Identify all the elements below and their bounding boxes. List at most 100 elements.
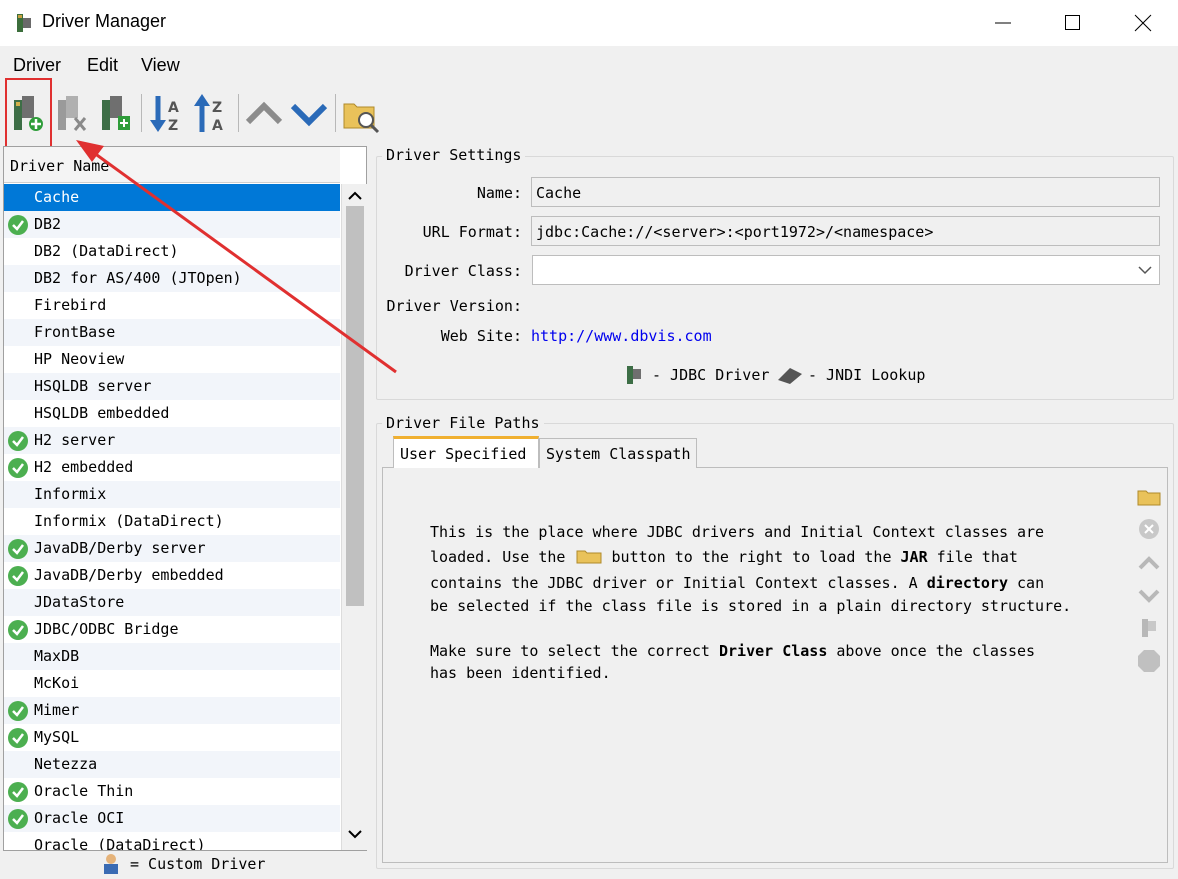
driver-list-item[interactable]: MaxDB: [4, 643, 340, 670]
driver-list-item[interactable]: Oracle OCI: [4, 805, 340, 832]
tab-system-classpath[interactable]: System Classpath: [539, 438, 697, 468]
find-drivers-icon: [343, 103, 380, 134]
help-text-segment: contains the JDBC driver or Initial Cont…: [430, 574, 918, 592]
driver-list-header[interactable]: Driver Name: [4, 147, 340, 183]
sort-descending-button[interactable]: Z A: [190, 88, 234, 138]
driver-list-item[interactable]: JDBC/ODBC Bridge: [4, 616, 340, 643]
driver-name: DB2 for AS/400 (JTOpen): [34, 269, 242, 287]
menu-view[interactable]: View: [141, 55, 180, 76]
url-format-field[interactable]: jdbc:Cache://<server>:<port1972>/<namesp…: [531, 216, 1160, 246]
driver-list-item[interactable]: DB2 for AS/400 (JTOpen): [4, 265, 340, 292]
url-format-value: jdbc:Cache://<server>:<port1972>/<namesp…: [536, 223, 934, 241]
help-text-segment: can: [1017, 574, 1045, 592]
driver-list-item[interactable]: JavaDB/Derby embedded: [4, 562, 340, 589]
installed-check-icon: [8, 701, 28, 721]
stop-icon[interactable]: [1136, 648, 1162, 674]
driver-list-item[interactable]: FrontBase: [4, 319, 340, 346]
driver-name: Informix (DataDirect): [34, 512, 224, 530]
window-title: Driver Manager: [42, 11, 167, 31]
driver-name: HP Neoview: [34, 350, 125, 368]
path-move-up-icon[interactable]: [1136, 550, 1162, 576]
driver-list-item[interactable]: DB2 (DataDirect): [4, 238, 340, 265]
driver-list-item[interactable]: JDataStore: [4, 589, 340, 616]
driver-list-item[interactable]: HSQLDB embedded: [4, 400, 340, 427]
driver-name: HSQLDB server: [34, 377, 152, 395]
find-drivers-button[interactable]: [340, 88, 384, 138]
help-text-line: has been identified.: [430, 664, 611, 682]
installed-check-icon: [8, 539, 28, 559]
driver-list-item[interactable]: McKoi: [4, 670, 340, 697]
path-move-down-icon[interactable]: [1136, 582, 1162, 608]
driver-list-panel: Driver Name Cache DB2 DB2 (DataDirect) DB2 …: [3, 146, 367, 851]
driver-name: DB2 (DataDirect): [34, 242, 179, 260]
driver-list: Cache DB2 DB2 (DataDirect) DB2 for AS/400 (…: [4, 184, 340, 850]
annotation-highlight-box: [5, 78, 52, 150]
driver-file-paths-title: Driver File Paths: [382, 414, 544, 432]
driver-name: MySQL: [34, 728, 80, 746]
driver-list-item[interactable]: HSQLDB server: [4, 373, 340, 400]
scroll-down-icon[interactable]: [348, 830, 362, 840]
help-text-segment: loaded. Use the: [430, 548, 566, 566]
driver-list-item[interactable]: Oracle (DataDirect): [4, 832, 340, 850]
driver-list-item[interactable]: MySQL: [4, 724, 340, 751]
jdbc-driver-icon: [627, 366, 641, 384]
move-up-button[interactable]: [242, 88, 286, 138]
driver-name: Oracle Thin: [34, 782, 134, 800]
website-link[interactable]: http://www.dbvis.com: [531, 327, 712, 345]
driver-list-item[interactable]: Cache: [4, 184, 340, 211]
jndi-legend-text: - JNDI Lookup: [808, 366, 926, 384]
driver-list-item[interactable]: DB2: [4, 211, 340, 238]
help-text-line: be selected if the class file is stored …: [430, 597, 1072, 615]
driver-manager-app-icon: [17, 14, 31, 32]
driver-list-item[interactable]: Informix (DataDirect): [4, 508, 340, 535]
menu-edit[interactable]: Edit: [87, 55, 118, 76]
svg-text:A: A: [168, 100, 179, 116]
menu-driver[interactable]: Driver: [13, 55, 61, 76]
driver-list-item[interactable]: Mimer: [4, 697, 340, 724]
url-format-label: URL Format:: [422, 223, 522, 241]
tab-user-specified[interactable]: User Specified: [393, 436, 539, 468]
sort-ascending-icon: A Z: [150, 96, 179, 134]
scrollbar-thumb[interactable]: [346, 206, 364, 606]
driver-list-item[interactable]: Firebird: [4, 292, 340, 319]
name-value: Cache: [536, 184, 582, 202]
driver-path-icon[interactable]: [1136, 615, 1162, 641]
copy-driver-button[interactable]: [94, 88, 138, 138]
close-button[interactable]: [1108, 0, 1178, 46]
load-file-folder-icon[interactable]: [1136, 483, 1162, 509]
move-down-button[interactable]: [287, 88, 331, 138]
driver-settings-title: Driver Settings: [382, 146, 526, 164]
sort-ascending-button[interactable]: A Z: [146, 88, 190, 138]
help-text-segment: button to the right to load the: [611, 548, 892, 566]
installed-check-icon: [8, 458, 28, 478]
driver-name: HSQLDB embedded: [34, 404, 170, 422]
copy-driver-icon: [102, 96, 130, 130]
driver-name: JavaDB/Derby server: [34, 539, 206, 557]
driver-name: Oracle OCI: [34, 809, 125, 827]
driver-list-scrollbar[interactable]: [341, 184, 367, 850]
driver-list-item[interactable]: H2 embedded: [4, 454, 340, 481]
driver-list-item[interactable]: Informix: [4, 481, 340, 508]
driver-list-item[interactable]: Oracle Thin: [4, 778, 340, 805]
remove-path-icon[interactable]: [1136, 516, 1162, 542]
driver-class-dropdown-button[interactable]: [1131, 256, 1159, 284]
driver-list-item[interactable]: JavaDB/Derby server: [4, 535, 340, 562]
name-label: Name:: [476, 184, 522, 202]
driver-name: JDBC/ODBC Bridge: [34, 620, 179, 638]
driver-name: JDataStore: [34, 593, 125, 611]
maximize-button[interactable]: [1038, 0, 1108, 46]
scroll-up-icon[interactable]: [348, 190, 362, 200]
move-down-icon: [290, 103, 328, 127]
driver-name: Cache: [34, 188, 80, 206]
help-text-line: loaded. Use the button to the right to l…: [430, 545, 1018, 566]
driver-list-item[interactable]: HP Neoview: [4, 346, 340, 373]
minimize-button[interactable]: [968, 0, 1038, 46]
installed-check-icon: [8, 620, 28, 640]
help-text-line: This is the place where JDBC drivers and…: [430, 523, 1045, 541]
driver-list-item[interactable]: Netezza: [4, 751, 340, 778]
name-field[interactable]: Cache: [531, 177, 1160, 207]
sort-descending-icon: Z A: [194, 94, 223, 134]
remove-driver-button[interactable]: [50, 88, 94, 138]
driver-list-item[interactable]: H2 server: [4, 427, 340, 454]
driver-class-combobox[interactable]: [532, 255, 1160, 285]
